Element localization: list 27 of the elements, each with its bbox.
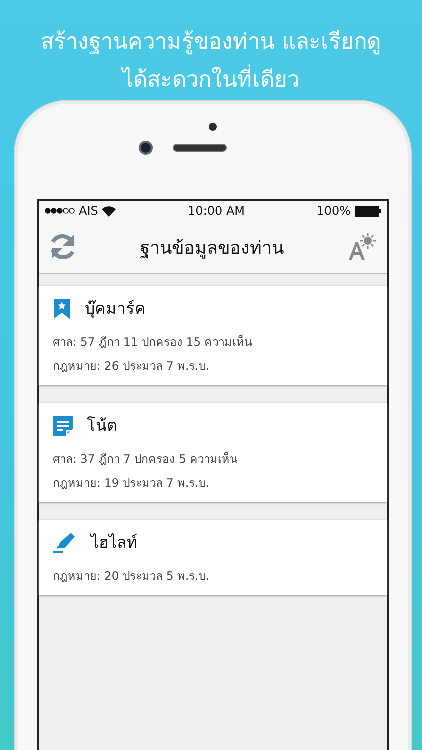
headline: สร้างฐานความรู้ของท่าน และเรียกดู ได้สะดวกในที่เดียว xyxy=(40,29,382,90)
camera-lens xyxy=(139,141,153,155)
card-title: ไฮไลท์ xyxy=(91,532,138,554)
count-line: ศาล: 37 ฎีกา 7 ปกครอง 5 ความเห็น xyxy=(53,450,240,468)
clock: 10:00 AM xyxy=(188,204,246,218)
card-title: โน้ต xyxy=(87,415,117,437)
highlighter-icon xyxy=(53,532,77,552)
text-brightness-icon[interactable] xyxy=(347,232,377,262)
summary-card[interactable]: โน้ต ศาล: 37 ฎีกา 7 ปกครอง 5 ความเห็น กฎหมาย: 19 ประมวล 7 พ.ร.บ. xyxy=(39,403,387,502)
speaker-grille xyxy=(173,144,227,152)
summary-card[interactable]: บุ๊คมาร์ค ศาล: 57 ฎีกา 11 ปกครอง 15 ความเห็น กฎหมาย: 26 ประมวล 7 พ.ร.บ. xyxy=(39,286,387,385)
sensor-dot xyxy=(209,123,217,131)
note-icon xyxy=(53,416,73,436)
summary-card[interactable]: ไฮไลท์ กฎหมาย: 20 ประมวล 5 พ.ร.บ. xyxy=(39,520,387,595)
carrier-name: AIS xyxy=(79,204,98,218)
battery-percent: 100% xyxy=(316,204,351,218)
battery-icon xyxy=(355,206,381,216)
screen-title: ฐานข้อมูลของท่าน xyxy=(140,236,284,261)
count-line: กฎหมาย: 19 ประมวล 7 พ.ร.บ. xyxy=(53,475,210,492)
count-line: กฎหมาย: 20 ประมวล 5 พ.ร.บ. xyxy=(53,568,210,585)
card-title: บุ๊คมาร์ค xyxy=(85,298,146,320)
signal-icon xyxy=(45,208,75,214)
bookmark-icon xyxy=(53,298,71,318)
count-line: กฎหมาย: 26 ประมวล 7 พ.ร.บ. xyxy=(53,358,210,375)
refresh-icon[interactable] xyxy=(49,234,77,260)
wifi-icon xyxy=(102,206,116,216)
count-line: ศาล: 57 ฎีกา 11 ปกครอง 15 ความเห็น xyxy=(53,334,254,351)
